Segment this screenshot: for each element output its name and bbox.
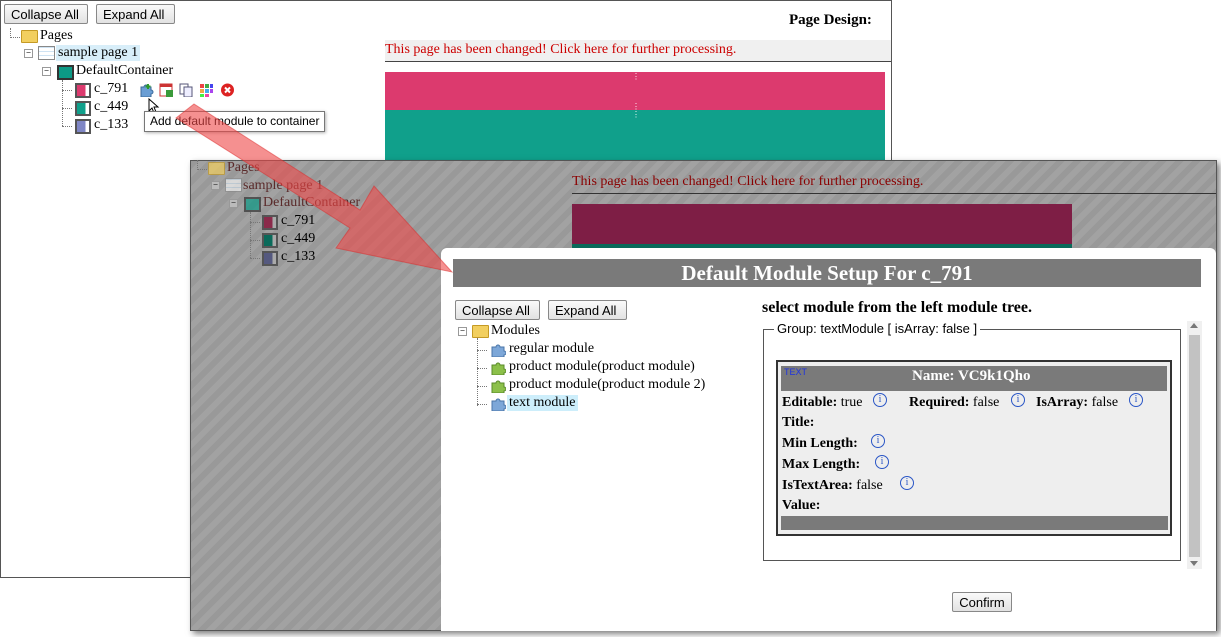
annotation-arrow-icon: [175, 103, 454, 273]
